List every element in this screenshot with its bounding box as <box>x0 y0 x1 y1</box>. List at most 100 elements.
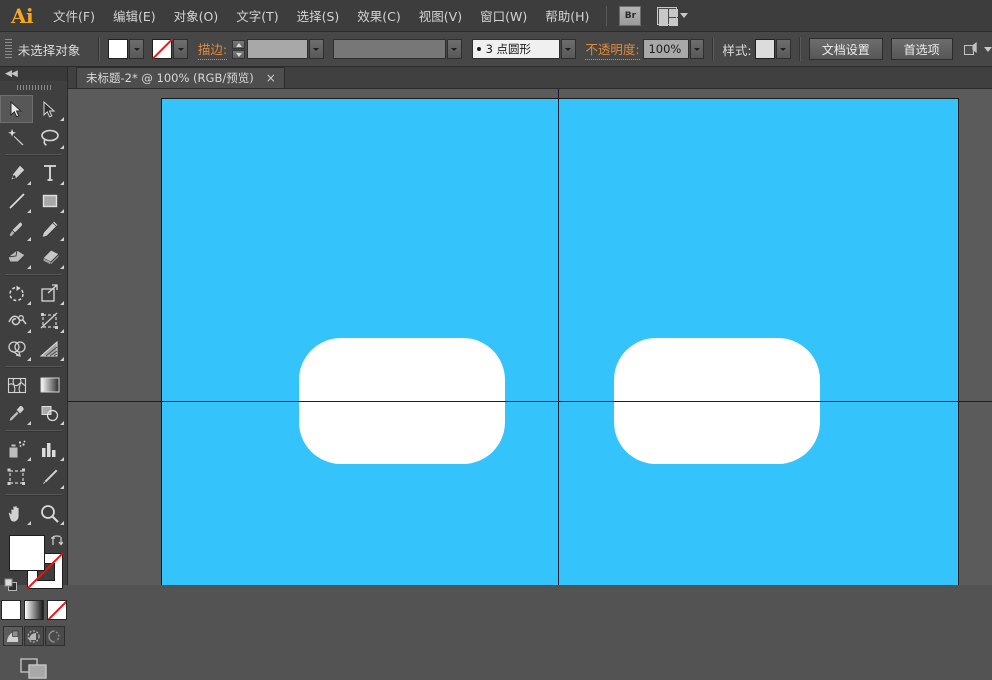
draw-inside-button[interactable] <box>45 626 65 646</box>
blend-tool[interactable] <box>33 399 66 427</box>
color-mode-button[interactable] <box>1 600 21 620</box>
illustrator-window: Ai 文件(F) 编辑(E) 对象(O) 文字(T) 选择(S) 效果(C) 视… <box>0 0 992 585</box>
hand-tool[interactable] <box>0 499 33 527</box>
workspace-switcher-icon[interactable] <box>964 42 980 56</box>
menu-help[interactable]: 帮助(H) <box>536 1 598 30</box>
shape-builder-tool[interactable] <box>0 335 33 363</box>
screen-mode-button[interactable] <box>0 658 67 680</box>
symbol-sprayer-tool[interactable] <box>0 435 33 463</box>
slice-tool[interactable] <box>33 463 66 491</box>
arrange-documents-icon <box>657 7 677 25</box>
rotate-tool[interactable] <box>0 279 33 307</box>
mesh-tool[interactable] <box>0 371 33 399</box>
tools-panel-grip[interactable] <box>0 81 67 93</box>
width-tool[interactable] <box>0 307 33 335</box>
stroke-weight-stepper[interactable] <box>232 40 245 59</box>
color-mode-buttons <box>0 600 67 620</box>
type-tool[interactable] <box>33 159 66 187</box>
control-divider-2 <box>712 37 714 61</box>
opacity-field[interactable]: 100% <box>643 39 688 59</box>
artboard-tool[interactable] <box>0 463 33 491</box>
brush-definition-value: 3 点圆形 <box>486 41 531 57</box>
selection-tool[interactable] <box>0 95 33 123</box>
control-bar-grip[interactable] <box>4 38 13 60</box>
style-label: 样式: <box>722 40 751 59</box>
stroke-label[interactable]: 描边: <box>198 39 227 60</box>
toolbar-fill-swatch[interactable] <box>9 535 45 571</box>
opacity-label[interactable]: 不透明度: <box>585 39 639 60</box>
scale-tool[interactable] <box>33 279 66 307</box>
close-icon[interactable]: × <box>264 72 278 84</box>
gradient-tool[interactable] <box>33 371 66 399</box>
selection-status-label: 未选择对象 <box>18 40 81 59</box>
graphic-style-dropdown[interactable] <box>776 39 791 59</box>
eyedropper-tool[interactable] <box>0 399 33 427</box>
rectangle-tool[interactable] <box>33 187 66 215</box>
tool-divider-3 <box>5 366 62 368</box>
lasso-tool[interactable] <box>33 123 66 151</box>
draw-behind-button[interactable] <box>24 626 44 646</box>
control-divider-3 <box>799 37 801 61</box>
stroke-dropdown-button[interactable] <box>173 39 188 59</box>
workspace-chevron-down-icon[interactable] <box>984 47 992 52</box>
fill-swatch[interactable] <box>108 39 128 59</box>
collapse-panel-icon[interactable]: ◀◀ <box>5 70 17 79</box>
menu-type[interactable]: 文字(T) <box>227 1 287 30</box>
bridge-icon[interactable]: Br <box>619 6 641 26</box>
perspective-grid-tool[interactable] <box>33 335 66 363</box>
tool-divider-4 <box>5 430 62 432</box>
stroke-color-control[interactable] <box>152 39 188 59</box>
gradient-mode-button[interactable] <box>24 600 44 620</box>
app-logo-icon: Ai <box>0 4 44 28</box>
fill-dropdown-button[interactable] <box>129 39 144 59</box>
color-controls <box>0 531 67 597</box>
blob-brush-tool[interactable] <box>0 243 33 271</box>
canvas-area[interactable] <box>68 89 992 585</box>
pen-tool[interactable] <box>0 159 33 187</box>
menu-bar: Ai 文件(F) 编辑(E) 对象(O) 文字(T) 选择(S) 效果(C) 视… <box>0 0 992 32</box>
line-segment-tool[interactable] <box>0 187 33 215</box>
preferences-button[interactable]: 首选项 <box>891 38 953 60</box>
tools-panel-header: ◀◀ <box>0 67 67 81</box>
opacity-dropdown[interactable] <box>690 39 705 59</box>
menu-view[interactable]: 视图(V) <box>410 1 471 30</box>
paintbrush-tool[interactable] <box>0 215 33 243</box>
menu-edit[interactable]: 编辑(E) <box>104 1 165 30</box>
arrange-documents-button[interactable] <box>657 7 688 25</box>
width-profile-field[interactable] <box>333 39 446 59</box>
menu-file[interactable]: 文件(F) <box>44 1 104 30</box>
column-graph-tool[interactable] <box>33 435 66 463</box>
width-profile-dropdown[interactable] <box>447 39 462 59</box>
brush-definition-dropdown[interactable] <box>561 39 576 59</box>
menu-object[interactable]: 对象(O) <box>165 1 228 30</box>
graphic-style-swatch[interactable] <box>755 39 775 59</box>
zoom-tool[interactable] <box>33 499 66 527</box>
document-setup-button[interactable]: 文档设置 <box>809 38 883 60</box>
fill-color-control[interactable] <box>108 39 144 59</box>
control-bar: 未选择对象 描边: 3 点圆形 不透明度: 100% <box>0 32 992 67</box>
control-divider <box>98 37 100 61</box>
free-transform-tool[interactable] <box>33 307 66 335</box>
menu-window[interactable]: 窗口(W) <box>471 1 536 30</box>
brush-definition-field[interactable]: 3 点圆形 <box>472 39 560 59</box>
menu-select[interactable]: 选择(S) <box>288 1 349 30</box>
stroke-weight-field[interactable] <box>247 39 308 59</box>
artboard <box>161 98 959 585</box>
stroke-weight-dropdown[interactable] <box>309 39 324 59</box>
none-mode-button[interactable] <box>47 600 67 620</box>
draw-normal-button[interactable] <box>3 626 23 646</box>
brush-dot-icon <box>477 47 481 51</box>
eraser-tool[interactable] <box>33 243 66 271</box>
vertical-guide <box>558 89 559 585</box>
magic-wand-tool[interactable] <box>0 123 33 151</box>
document-tab[interactable]: 未标题-2* @ 100% (RGB/预览) × <box>76 67 285 88</box>
default-fill-stroke-icon[interactable] <box>4 577 18 591</box>
menu-effect[interactable]: 效果(C) <box>348 1 409 30</box>
swap-fill-stroke-icon[interactable] <box>50 532 63 545</box>
menu-divider <box>606 6 607 26</box>
direct-selection-tool[interactable] <box>33 95 66 123</box>
stroke-none-swatch[interactable] <box>152 39 172 59</box>
pencil-tool[interactable] <box>33 215 66 243</box>
document-tab-title: 未标题-2* @ 100% (RGB/预览) <box>86 70 254 86</box>
chevron-down-icon <box>680 13 688 18</box>
